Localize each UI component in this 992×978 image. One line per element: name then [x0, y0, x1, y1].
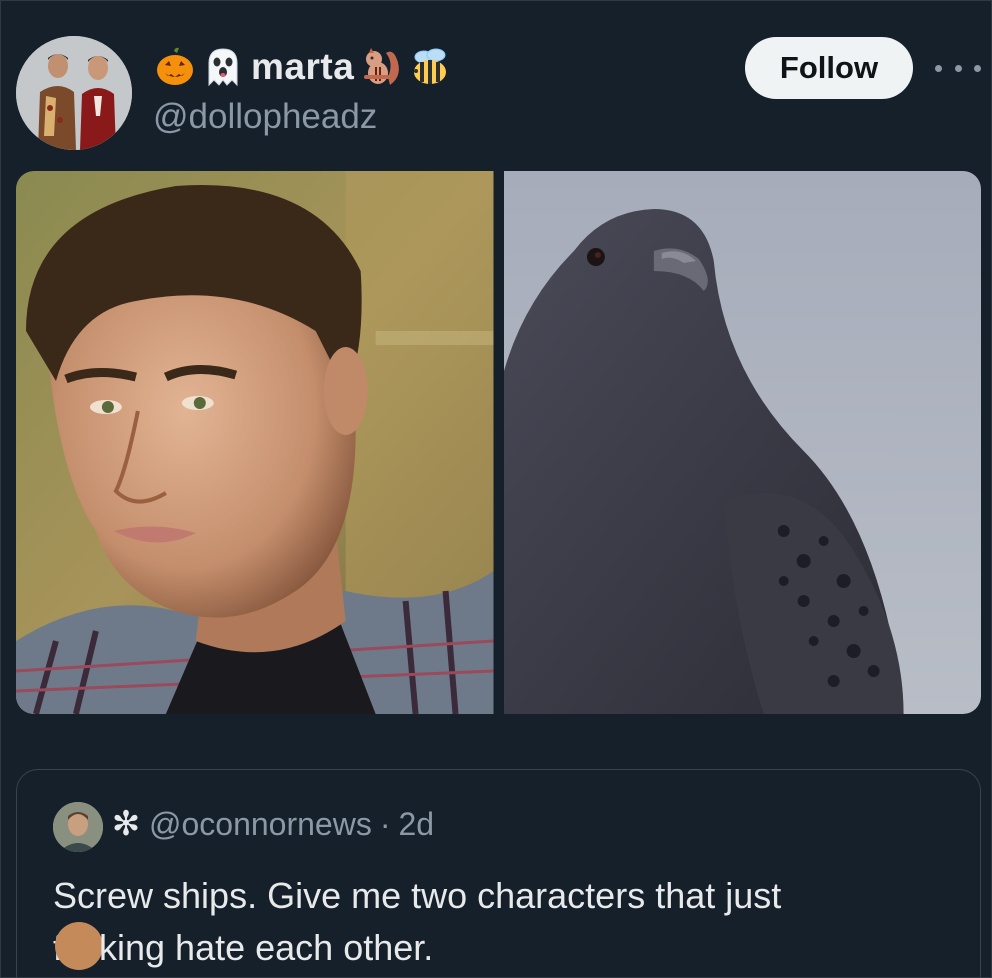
quoted-post-meta: ✻ @oconnornews · 2d	[111, 804, 434, 844]
media-grid	[16, 171, 981, 714]
bee-icon	[414, 48, 447, 84]
chipmunk-icon	[364, 48, 400, 85]
quoted-author-avatar[interactable]	[53, 802, 103, 852]
man-portrait-image[interactable]	[16, 171, 494, 714]
quoted-text-line1: Screw ships. Give me two characters that…	[53, 875, 782, 916]
pigeon-image[interactable]	[503, 171, 981, 714]
more-options-icon[interactable]	[935, 55, 981, 81]
dot	[954, 64, 962, 72]
quoted-post[interactable]: ✻ @oconnornews · 2d Screw ships. Give me…	[16, 769, 981, 978]
jack-o-lantern-icon	[157, 47, 193, 85]
avatar-image	[16, 36, 132, 150]
dot	[935, 64, 942, 72]
follow-button[interactable]: Follow	[745, 37, 913, 99]
meta-separator: ·	[379, 805, 391, 842]
quoted-author-handle[interactable]: @oconnornews	[149, 806, 372, 843]
ghost-icon	[208, 48, 238, 87]
quoted-post-text: Screw ships. Give me two characters that…	[53, 870, 953, 974]
author-display-name[interactable]: marta	[251, 46, 354, 88]
tweet-card: marta @dollopheadz Follow ✻ @oconnornews…	[0, 0, 992, 978]
author-handle[interactable]: @dollopheadz	[153, 97, 377, 137]
dot	[974, 64, 981, 72]
author-avatar[interactable]	[16, 36, 132, 150]
asterisk-icon: ✻	[111, 805, 141, 843]
quoted-post-time[interactable]: 2d	[398, 806, 434, 843]
author-name-row[interactable]: marta	[153, 41, 452, 93]
quoted-text-line2: fking hate each other.	[53, 922, 953, 974]
quoted-text-line2-end: king hate each other.	[99, 927, 434, 968]
censor-circle	[55, 922, 104, 970]
